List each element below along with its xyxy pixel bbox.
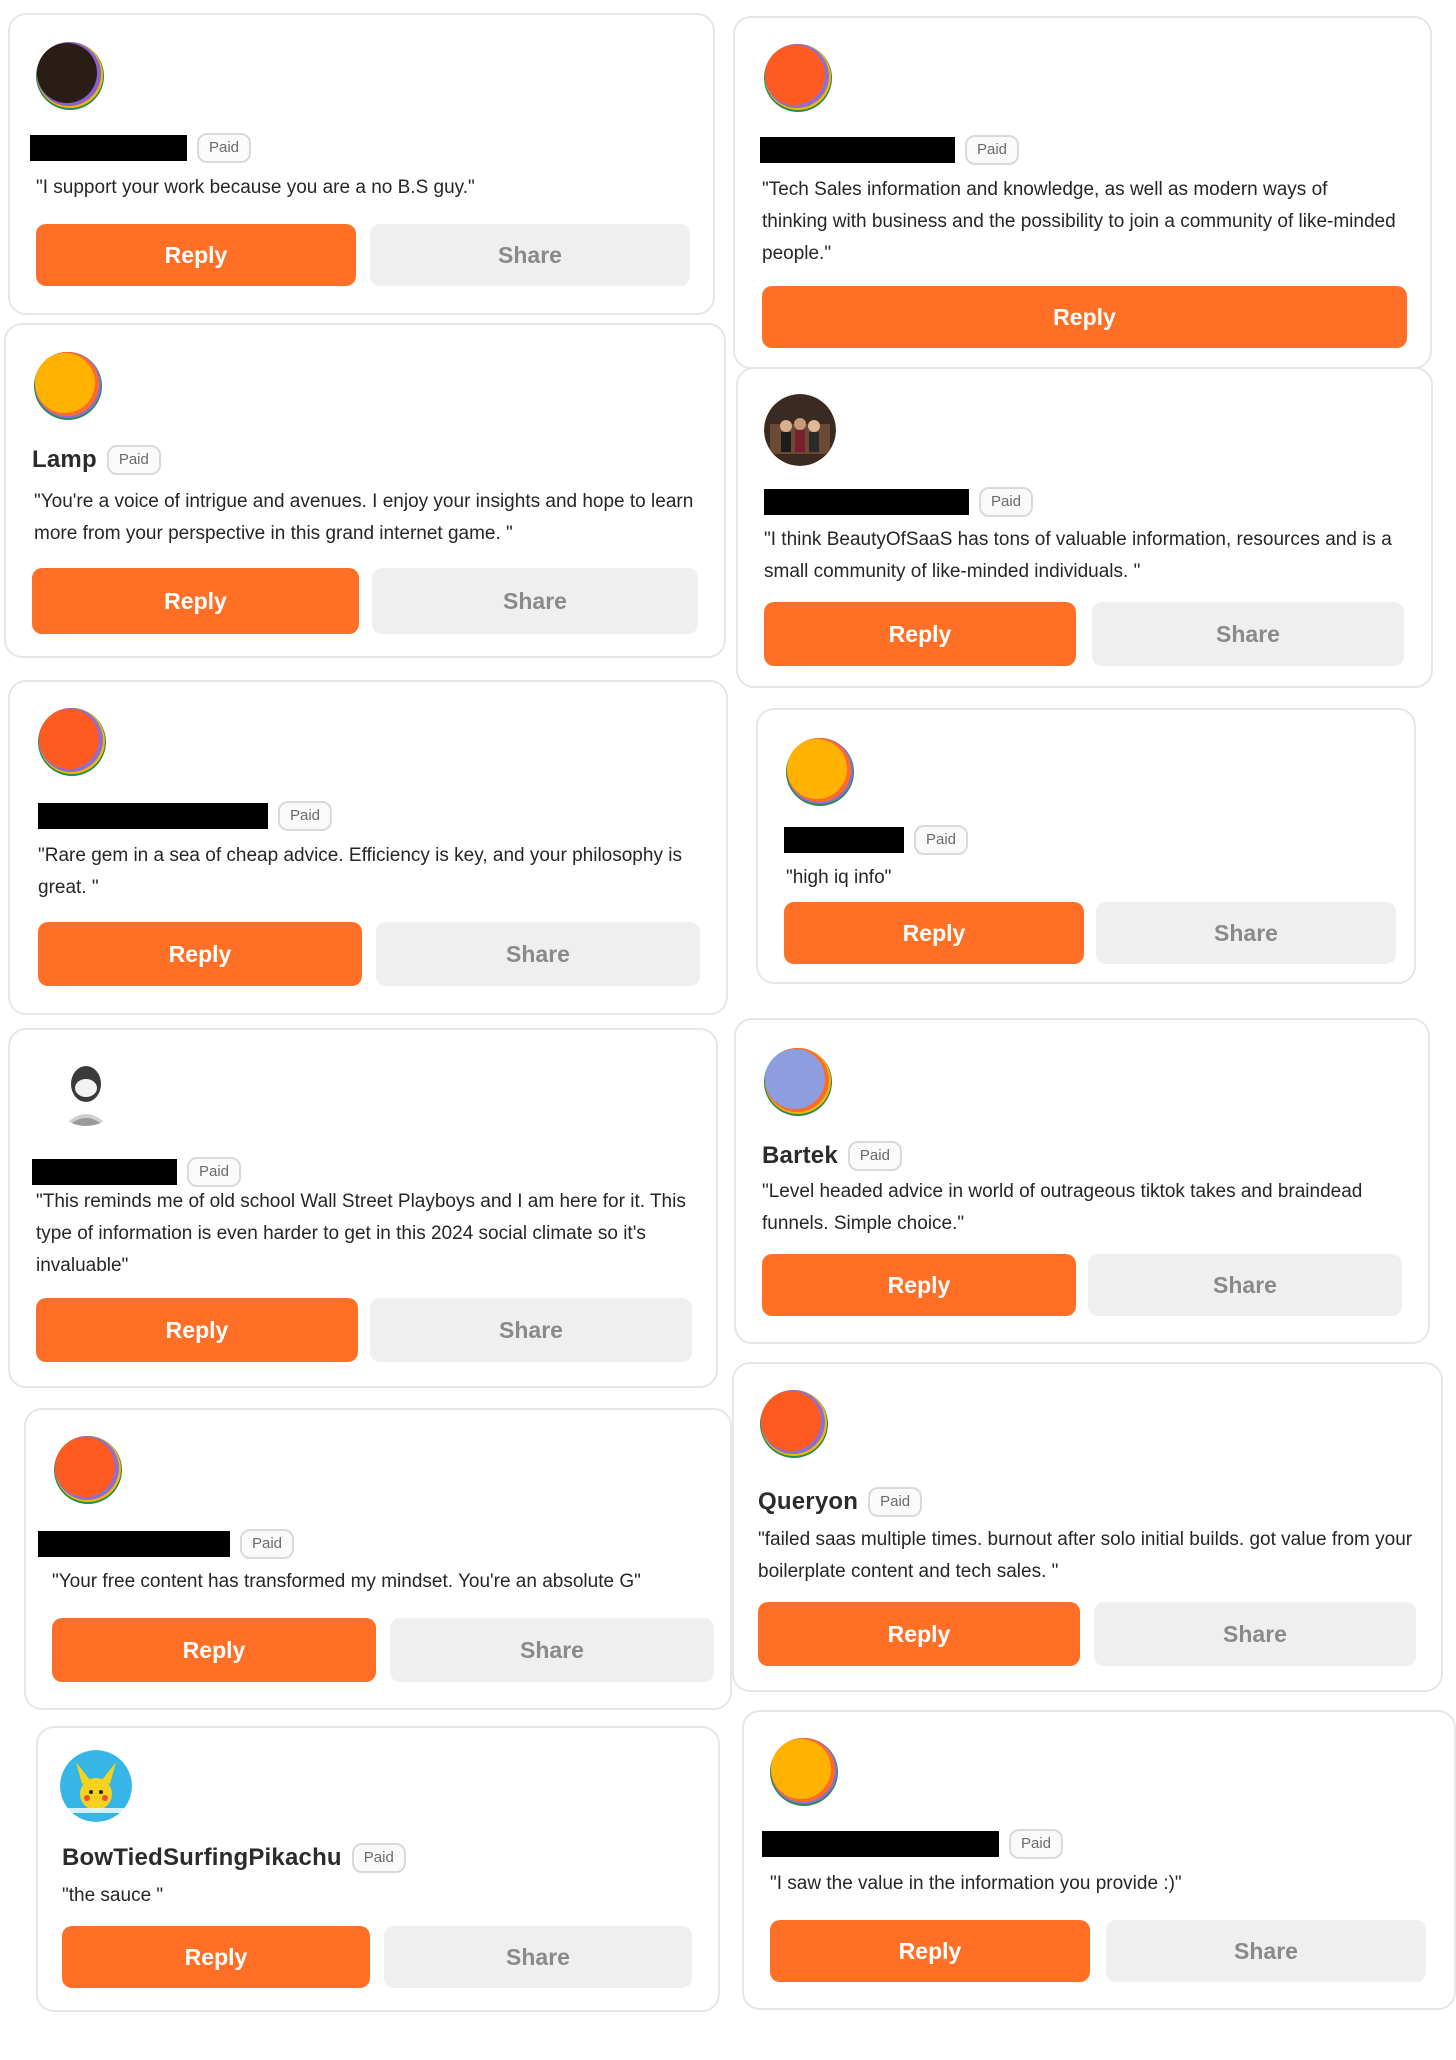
paid-badge: Paid — [187, 1157, 242, 1187]
redacted-name — [38, 803, 268, 829]
reply-button[interactable]: Reply — [762, 1254, 1076, 1316]
share-button[interactable]: Share — [1094, 1602, 1416, 1666]
redacted-name — [762, 1831, 999, 1857]
orange-orb-avatar[interactable] — [762, 42, 834, 114]
author-row: Paid — [760, 132, 1020, 168]
testimonial-quote: "Your free content has transformed my mi… — [52, 1571, 641, 1592]
dark-orb-avatar[interactable] — [34, 40, 106, 112]
paid-badge: Paid — [868, 1487, 923, 1517]
author-row: Paid — [762, 1826, 1064, 1862]
pikachu-avatar[interactable] — [60, 1750, 132, 1822]
orange-orb-avatar[interactable] — [52, 1434, 124, 1506]
paid-badge: Paid — [914, 825, 969, 855]
share-button[interactable]: Share — [1088, 1254, 1402, 1316]
reply-button[interactable]: Reply — [758, 1602, 1080, 1666]
share-button[interactable]: Share — [390, 1618, 714, 1682]
yellow-orb-avatar[interactable] — [32, 350, 104, 422]
photo-avatar[interactable] — [764, 394, 836, 466]
testimonial-quote: "I support your work because you are a n… — [36, 177, 475, 198]
redacted-name — [784, 827, 904, 853]
author-row: Lamp Paid — [32, 442, 161, 478]
reply-button[interactable]: Reply — [38, 922, 362, 986]
author-row: Paid — [38, 1526, 295, 1562]
author-row: Paid — [32, 1154, 242, 1190]
redacted-name — [32, 1159, 177, 1185]
yellow-orb-avatar[interactable] — [784, 736, 856, 808]
paid-badge: Paid — [1009, 1829, 1064, 1859]
redacted-name — [764, 489, 969, 515]
share-button[interactable]: Share — [376, 922, 700, 986]
author-name[interactable]: Lamp — [32, 446, 97, 474]
reply-button[interactable]: Reply — [32, 568, 359, 634]
reply-button[interactable]: Reply — [52, 1618, 376, 1682]
share-button[interactable]: Share — [1106, 1920, 1426, 1982]
author-row: Paid — [30, 130, 252, 166]
author-row: BowTiedSurfingPikachu Paid — [62, 1840, 406, 1876]
testimonial-quote: "high iq info" — [786, 867, 892, 888]
testimonial-quote: "Rare gem in a sea of cheap advice. Effi… — [38, 845, 682, 898]
author-name[interactable]: Queryon — [758, 1488, 858, 1516]
reply-button[interactable]: Reply — [62, 1926, 370, 1988]
author-row: Paid — [38, 798, 333, 834]
testimonial-quote: "Level headed advice in world of outrage… — [762, 1181, 1363, 1234]
portrait-avatar[interactable] — [50, 1054, 122, 1126]
share-button[interactable]: Share — [1096, 902, 1396, 964]
paid-badge: Paid — [197, 133, 252, 163]
testimonial-quote: "I think BeautyOfSaaS has tons of valuab… — [764, 529, 1392, 582]
reply-button[interactable]: Reply — [36, 1298, 358, 1362]
reply-button[interactable]: Reply — [36, 224, 356, 286]
redacted-name — [760, 137, 955, 163]
paid-badge: Paid — [240, 1529, 295, 1559]
share-button[interactable]: Share — [370, 1298, 692, 1362]
testimonial-quote: "This reminds me of old school Wall Stre… — [36, 1191, 686, 1276]
reply-button[interactable]: Reply — [784, 902, 1084, 964]
share-button[interactable]: Share — [370, 224, 690, 286]
redacted-name — [30, 135, 187, 161]
blue-orb-avatar[interactable] — [762, 1046, 834, 1118]
testimonial-quote: "You're a voice of intrigue and avenues.… — [34, 491, 694, 544]
orange-orb-avatar[interactable] — [36, 706, 108, 778]
author-row: Queryon Paid — [758, 1484, 923, 1520]
paid-badge: Paid — [278, 801, 333, 831]
paid-badge: Paid — [979, 487, 1034, 517]
share-button[interactable]: Share — [384, 1926, 692, 1988]
testimonial-quote: "I saw the value in the information you … — [770, 1873, 1182, 1894]
reply-button[interactable]: Reply — [770, 1920, 1090, 1982]
author-name[interactable]: BowTiedSurfingPikachu — [62, 1844, 342, 1872]
reply-button[interactable]: Reply — [762, 286, 1407, 348]
paid-badge: Paid — [965, 135, 1020, 165]
author-row: Paid — [784, 822, 969, 858]
author-row: Paid — [764, 484, 1034, 520]
testimonial-quote: "Tech Sales information and knowledge, a… — [762, 179, 1396, 264]
testimonial-quote: "failed saas multiple times. burnout aft… — [758, 1529, 1413, 1582]
paid-badge: Paid — [351, 1843, 406, 1873]
redacted-name — [38, 1531, 230, 1557]
yellow-orb-avatar[interactable] — [768, 1736, 840, 1808]
share-button[interactable]: Share — [1092, 602, 1404, 666]
reply-button[interactable]: Reply — [764, 602, 1076, 666]
paid-badge: Paid — [847, 1141, 902, 1171]
paid-badge: Paid — [106, 445, 161, 475]
author-name[interactable]: Bartek — [762, 1142, 838, 1170]
author-row: Bartek Paid — [762, 1138, 902, 1174]
testimonial-quote: "the sauce " — [62, 1885, 164, 1906]
orange-orb-avatar[interactable] — [758, 1388, 830, 1460]
share-button[interactable]: Share — [372, 568, 698, 634]
